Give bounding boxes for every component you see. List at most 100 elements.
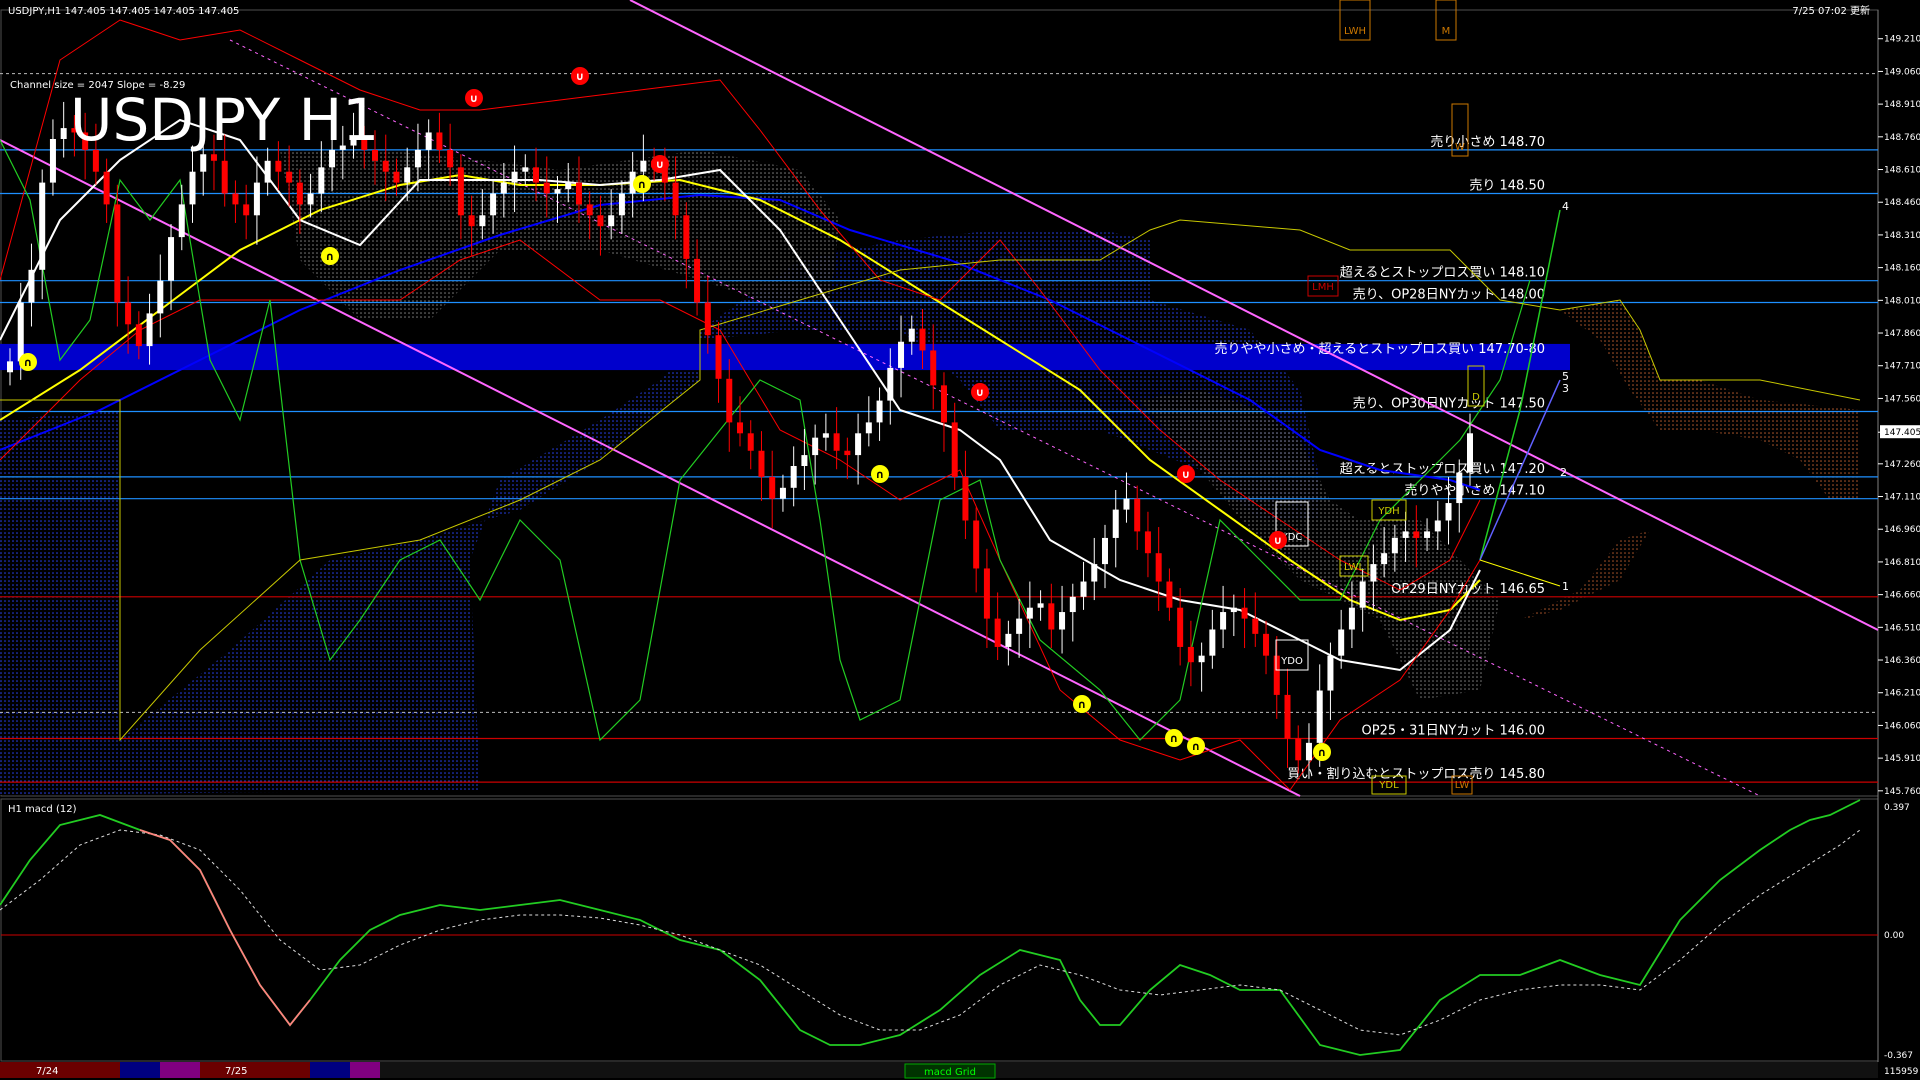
candle-body [1391,537,1398,554]
candle-body [243,204,250,216]
price-tick-label: 145.910 [1884,754,1920,764]
candle-body [694,258,701,303]
candle-body [898,341,905,368]
price-tick-label: 148.460 [1884,198,1920,208]
session-box-label: YDL [1378,780,1399,791]
candle-body [1263,633,1270,656]
candle-body [1155,553,1162,582]
session-box-label: D [1472,392,1480,403]
candle-body [114,204,121,303]
candle-body [554,189,561,194]
candle-body [1230,607,1237,613]
candle-body [940,385,947,423]
candle-body [973,520,980,569]
candle-body [812,437,819,456]
candle-body [1402,531,1409,538]
chart-timestamp: 7/25 07:02 更新 [1792,4,1870,17]
candle-body [425,132,432,150]
macd-scale-bottom: -0.367 [1884,1051,1913,1061]
candle-body [822,433,829,438]
level-label: 売り小さめ 148.70 [1430,134,1545,150]
level-label: 超えるとストップロス買い 148.10 [1340,266,1545,281]
candle-body [1220,612,1227,630]
candle-body [125,302,132,325]
candle-body [60,128,67,139]
candle-body [1284,694,1291,739]
candle-body [1305,742,1312,761]
candle-body [1026,607,1033,619]
candle-body [286,171,293,183]
candle-body [865,422,872,434]
price-tick-label: 148.010 [1884,296,1920,306]
ichimoku-cloud-red [1560,300,1860,500]
level-label: 売り 148.50 [1469,178,1545,194]
candle-body [468,215,475,227]
candle-body [1177,607,1184,647]
level-label: 売りやや小さめ・超えるとストップロス買い 147.70-80 [1215,341,1545,357]
chart-big-title: USDJPY H1 [70,86,379,154]
fractal-up-glyph: ∩ [1078,698,1087,711]
candle-body [779,487,786,499]
fractal-down-glyph: ∪ [1274,534,1283,547]
wave-label: 3 [1562,382,1569,395]
candle-body [608,215,615,227]
candle-body [1370,564,1377,582]
candle-body [146,313,153,347]
session-box-label: M [1442,26,1451,37]
fractal-up-glyph: ∩ [1318,746,1327,759]
candle-body [318,167,325,194]
candle-body [189,171,196,205]
time-strip-c [160,1062,200,1078]
candle-body [1016,618,1023,634]
candle-body [1434,520,1441,532]
candle-body [1048,603,1055,630]
candle-body [801,455,808,466]
price-tick-label: 147.260 [1884,460,1920,470]
wave-label: 4 [1562,200,1569,213]
fractal-up-glyph: ∩ [24,356,33,369]
wave-labels: 1 2 3 4 5 [1560,200,1569,593]
price-scale: 149.210 149.060 148.910 148.760 148.610 148.4… [1878,35,1920,797]
candle-body [726,378,733,423]
session-box-label: LWH [1344,26,1366,37]
session-box-label: W [1455,142,1465,153]
macd-panel-frame [0,798,1879,1062]
candle-body [575,182,582,205]
ichimoku-cloud-grey [280,150,840,320]
session-box-label: LMH [1312,282,1334,293]
price-tick-label: 147.560 [1884,394,1920,404]
price-tick-label: 148.760 [1884,133,1920,143]
candle-body [769,476,776,499]
macd-signal-line [0,829,1861,1036]
candle-body [1134,498,1141,532]
candle-body [704,302,711,336]
candle-body [1327,655,1334,691]
candle-body [1144,531,1151,554]
candle-body [737,422,743,434]
candle-body [49,139,56,183]
candle-body [1338,629,1345,656]
session-box-label: YDH [1377,506,1399,517]
candle-body [457,167,464,216]
wave-label: 5 [1562,370,1569,383]
session-box-label: LWL [1344,562,1365,573]
price-tick-label: 148.610 [1884,166,1920,176]
candle-body [876,400,883,423]
price-tick-label: 146.360 [1884,656,1920,666]
price-tick-label: 147.110 [1884,493,1920,503]
fractal-down-glyph: ∪ [656,158,665,171]
candle-body [103,171,110,205]
price-tick-label: 148.910 [1884,100,1920,110]
price-chart[interactable]: 149.210 149.060 148.910 148.760 148.610 148.4… [0,0,1920,1080]
candle-body [1359,581,1366,608]
candle-body [307,193,314,205]
candle-body [683,215,690,259]
candle-body [275,160,282,172]
candle-body [1316,690,1323,743]
candle-body [962,476,969,521]
candle-body [1198,655,1205,663]
candle-body [1424,531,1431,538]
price-tick-label: 146.510 [1884,623,1920,633]
candle-body [597,215,604,227]
candle-body [393,171,400,183]
